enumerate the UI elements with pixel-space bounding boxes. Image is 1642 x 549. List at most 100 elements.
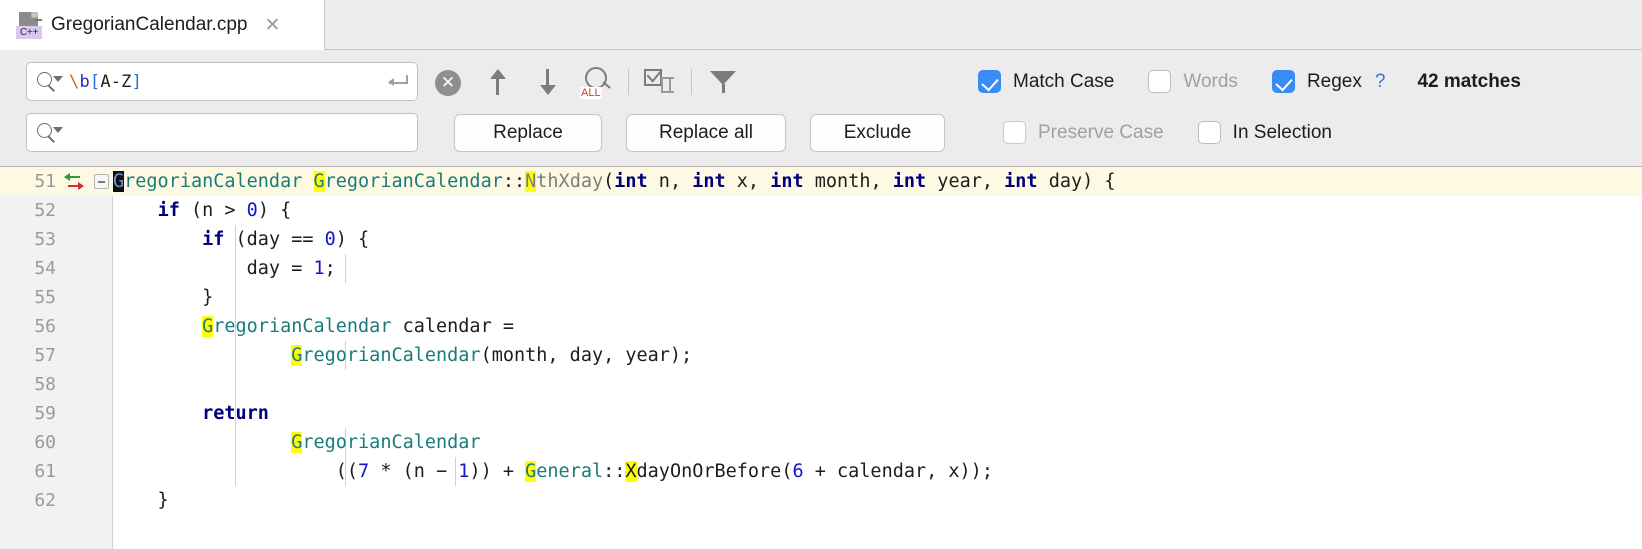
code-editor[interactable]: 51 GregorianCalendar GregorianCalendar::N… [0, 167, 1642, 549]
search-input[interactable]: \b[A-Z] ✕ [26, 62, 461, 101]
line-number[interactable]: 54 [0, 254, 56, 283]
code-line[interactable]: 54 day = 1; [0, 254, 1642, 283]
code-line-text: GregorianCalendar GregorianCalendar::Nth… [113, 167, 1116, 196]
option-in-selection[interactable]: In Selection [1197, 121, 1332, 144]
find-previous-button[interactable] [472, 62, 522, 102]
enter-return-icon[interactable] [383, 73, 409, 91]
code-token: (( [113, 461, 359, 482]
code-line-text: if (n > 0) { [113, 196, 292, 225]
regex-help-link[interactable]: ? [1375, 71, 1386, 93]
code-line-text: day = 1; [113, 254, 336, 283]
code-token: regorianCalendar [302, 432, 481, 453]
code-line-background [113, 399, 1642, 428]
code-token: day) { [1037, 171, 1116, 192]
indent-guide [235, 370, 236, 399]
option-preserve-case[interactable]: Preserve Case [1003, 121, 1164, 144]
line-number[interactable]: 56 [0, 312, 56, 341]
code-line[interactable]: 51 GregorianCalendar GregorianCalendar::N… [0, 167, 1642, 196]
code-token: day = [113, 258, 314, 279]
editor-tab-bar: C++ GregorianCalendar.cpp ✕ [0, 0, 1642, 50]
code-token: :: [502, 171, 526, 192]
code-token: eneral [536, 461, 604, 482]
code-token: month, [803, 171, 893, 192]
code-token: ( [603, 171, 615, 192]
code-line[interactable]: 60 GregorianCalendar [0, 428, 1642, 457]
code-line-background [113, 196, 1642, 225]
code-token: + calendar, x)); [803, 461, 993, 482]
code-token: if [202, 229, 225, 250]
words-label: Words [1183, 70, 1238, 92]
code-token: 6 [792, 461, 804, 482]
replace-row: Replace Replace all Exclude Preserve Cas… [0, 107, 1642, 158]
code-fold-toggle[interactable] [94, 174, 109, 189]
match-case-checkbox[interactable] [978, 70, 1001, 93]
line-number[interactable]: 61 [0, 457, 56, 486]
select-all-occurrences-button[interactable]: ALL [572, 62, 622, 102]
code-token: int [614, 171, 648, 192]
indent-guide [345, 254, 346, 283]
code-line-background [113, 254, 1642, 283]
gutter-icon-area[interactable] [60, 167, 90, 196]
line-number[interactable]: 58 [0, 370, 56, 399]
code-line[interactable]: 56 GregorianCalendar calendar = [0, 312, 1642, 341]
code-line[interactable]: 58 [0, 370, 1642, 399]
option-words[interactable]: Words [1148, 70, 1238, 93]
code-token: (month, day, year); [480, 345, 693, 366]
code-line[interactable]: 52 if (n > 0) { [0, 196, 1642, 225]
regex-checkbox[interactable] [1271, 70, 1295, 93]
code-line[interactable]: 61 ((7 * (n − 1)) + General::XdayOnOrBef… [0, 457, 1642, 486]
code-token: (day == [224, 229, 325, 250]
code-token: int [770, 171, 804, 192]
code-token: } [113, 287, 214, 308]
preserve-case-checkbox[interactable] [1003, 121, 1026, 144]
in-selection-checkbox[interactable] [1197, 121, 1221, 144]
find-options: Match Case Words Regex ? 42 matches [944, 70, 1521, 93]
code-token: if [157, 200, 180, 221]
line-number[interactable]: 52 [0, 196, 56, 225]
replace-button[interactable]: Replace [454, 113, 602, 152]
code-line-text: GregorianCalendar(month, day, year); [113, 341, 692, 370]
line-number[interactable]: 62 [0, 486, 56, 515]
option-regex[interactable]: Regex [1271, 70, 1362, 93]
code-token: int [1004, 171, 1038, 192]
preserve-case-label: Preserve Case [1038, 121, 1164, 143]
cpp-badge-label: C++ [16, 26, 42, 39]
code-line[interactable]: 59 return [0, 399, 1642, 428]
line-number[interactable]: 59 [0, 399, 56, 428]
arrow-down-icon [536, 67, 558, 97]
close-icon[interactable]: ✕ [262, 16, 282, 35]
override-implement-arrows-icon[interactable] [63, 171, 87, 192]
line-number[interactable]: 53 [0, 225, 56, 254]
code-line[interactable]: 55 } [0, 283, 1642, 312]
replace-input[interactable] [26, 113, 418, 152]
add-selection-next-occurrence-button[interactable] [635, 62, 685, 102]
find-replace-panel: \b[A-Z] ✕ ALL Match Case Words Regex ? 4… [0, 50, 1642, 167]
clear-search-button[interactable]: ✕ [435, 70, 461, 96]
exclude-button[interactable]: Exclude [810, 113, 945, 152]
code-token: regorianCalendar [302, 345, 481, 366]
code-line[interactable]: 53 if (day == 0) { [0, 225, 1642, 254]
replace-all-button[interactable]: Replace all [626, 113, 786, 152]
words-checkbox[interactable] [1148, 70, 1172, 93]
line-number[interactable]: 51 [0, 167, 56, 196]
code-line[interactable]: 62 } [0, 486, 1642, 515]
search-history-dropdown-icon[interactable] [37, 71, 63, 93]
editor-tab-gregoriancalendar-cpp[interactable]: C++ GregorianCalendar.cpp ✕ [0, 0, 325, 50]
code-token: int [692, 171, 726, 192]
match-count-label: 42 matches [1417, 70, 1521, 92]
code-line[interactable]: 57 GregorianCalendar(month, day, year); [0, 341, 1642, 370]
code-line-text: GregorianCalendar [113, 428, 481, 457]
replace-history-dropdown-icon[interactable] [37, 122, 63, 144]
find-next-button[interactable] [522, 62, 572, 102]
toolbar-divider-2 [691, 68, 692, 95]
code-token: 0 [324, 229, 336, 250]
line-number[interactable]: 55 [0, 283, 56, 312]
code-token: year, [926, 171, 1005, 192]
line-number[interactable]: 60 [0, 428, 56, 457]
option-match-case[interactable]: Match Case [978, 70, 1114, 93]
line-number[interactable]: 57 [0, 341, 56, 370]
code-token: )) + [469, 461, 526, 482]
filter-search-results-button[interactable] [698, 62, 748, 102]
